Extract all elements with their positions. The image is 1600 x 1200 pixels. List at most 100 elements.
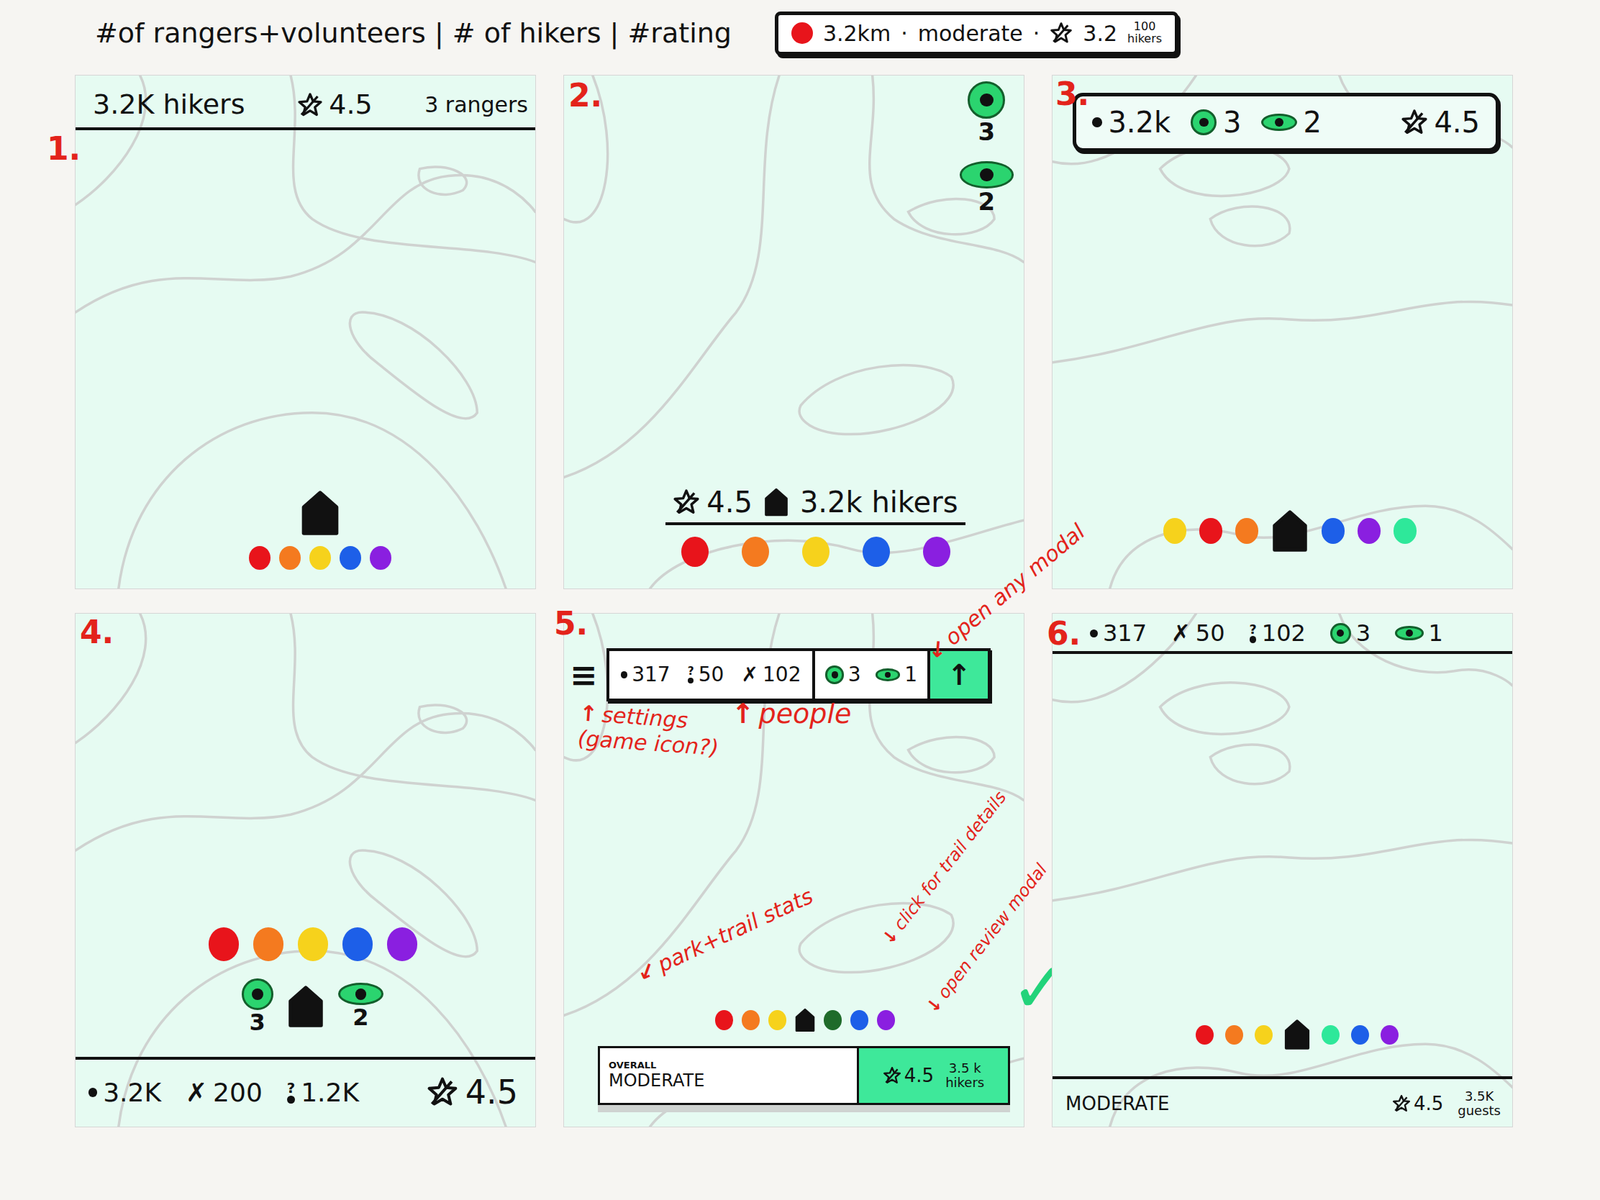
pin-row xyxy=(300,489,341,536)
summary-difficulty: MODERATE xyxy=(1065,1092,1170,1115)
question-icon: ? xyxy=(687,666,695,684)
map-pin[interactable] xyxy=(862,536,890,567)
staff-badge[interactable]: 2 xyxy=(959,161,1014,216)
staff-badges: 32 xyxy=(959,81,1014,229)
badge-dot-icon xyxy=(884,671,892,679)
map-pin[interactable] xyxy=(1271,509,1309,553)
map-pin[interactable] xyxy=(741,1010,760,1031)
map-pin[interactable] xyxy=(1195,1025,1214,1046)
legend-dot-icon xyxy=(791,22,813,44)
stats-pill[interactable]: 3.2k324.5 xyxy=(1072,92,1500,152)
map-pin[interactable] xyxy=(1321,1025,1340,1046)
map-pin[interactable] xyxy=(248,546,271,570)
park-trail-stats[interactable]: OVERALLMODERATE xyxy=(600,1048,857,1103)
badge-dot-icon xyxy=(979,93,994,108)
pin-dot-icon xyxy=(1163,517,1187,544)
map-pin[interactable] xyxy=(923,536,951,567)
stat-item: 4.5 xyxy=(672,484,752,520)
pin-dot-icon xyxy=(876,1010,895,1031)
map-pin[interactable] xyxy=(300,489,341,536)
map-pin[interactable] xyxy=(768,1010,787,1031)
map-pin[interactable] xyxy=(297,927,329,961)
hikers-dot-icon xyxy=(88,1087,98,1097)
map-pin[interactable] xyxy=(1351,1025,1370,1046)
badge-dot-icon xyxy=(1274,117,1284,127)
hikers-dot-icon xyxy=(1092,117,1103,128)
map-pin[interactable] xyxy=(850,1010,869,1031)
settings-menu-icon[interactable]: ≡ xyxy=(569,658,598,692)
stat-item: 3.2k xyxy=(1092,105,1171,140)
map-pin[interactable] xyxy=(1225,1025,1244,1046)
panel-body: 317✗50?10231MODERATE4.53.5Kguests xyxy=(1052,613,1513,1127)
map-pin[interactable] xyxy=(342,927,373,961)
stat-item: 3.2K hikers xyxy=(92,88,246,122)
pin-dot-icon xyxy=(1380,1025,1399,1046)
summary-hikers: 3.5 khikers xyxy=(945,1061,985,1090)
pin-dot-icon xyxy=(1351,1025,1370,1046)
map-pin[interactable] xyxy=(1393,517,1417,544)
map-pin[interactable] xyxy=(387,927,418,961)
summary-difficulty: MODERATE xyxy=(608,1070,849,1092)
review-button[interactable]: 4.5 3.5 khikers xyxy=(856,1048,1008,1103)
badge-dot-icon xyxy=(979,168,994,183)
map-pin[interactable]: 3 xyxy=(241,978,274,1036)
staff-stats[interactable]: 31 xyxy=(812,651,928,699)
legend-rating: 3.2 xyxy=(1082,20,1118,47)
badge-dot-icon xyxy=(1405,629,1413,637)
stat-value: 317 xyxy=(631,662,670,688)
map-pin[interactable] xyxy=(1199,517,1223,544)
map-pin[interactable] xyxy=(1163,517,1187,544)
volunteer-icon xyxy=(875,668,901,681)
bottom-stats-bar[interactable]: MODERATE4.53.5Kguests xyxy=(1052,1076,1513,1127)
map-pin[interactable] xyxy=(741,536,770,567)
summary-bar: OVERALLMODERATE 4.5 3.5 khikers xyxy=(597,1046,1011,1106)
pin-dot-icon xyxy=(715,1010,734,1031)
map-pin[interactable] xyxy=(1357,517,1381,544)
pin-dot-icon xyxy=(1321,517,1345,544)
question-mark: ? xyxy=(1249,623,1257,637)
map-pin[interactable] xyxy=(802,536,830,567)
spacer xyxy=(1052,653,1513,1019)
top-row: ≡317?50✗10231↑ xyxy=(569,648,1024,702)
map-pin[interactable] xyxy=(681,536,709,567)
map-pin[interactable] xyxy=(794,1007,816,1034)
panel-number: 1. xyxy=(46,133,81,165)
bottom-stats-bar: 4.53.2k hikers xyxy=(665,484,965,526)
map-pin[interactable] xyxy=(1380,1025,1399,1046)
map-pin[interactable] xyxy=(339,546,362,570)
spacer xyxy=(564,75,1024,485)
map-pin[interactable] xyxy=(1284,1018,1311,1051)
guests-count: 3.5K xyxy=(1464,1089,1494,1104)
x-icon: ✗ xyxy=(185,1076,208,1108)
map-pins xyxy=(104,489,536,570)
map-pin[interactable] xyxy=(369,546,392,570)
pin-row xyxy=(1163,509,1417,553)
pin-dot-icon xyxy=(1235,517,1259,544)
ranger-icon xyxy=(825,665,844,684)
map-pin[interactable] xyxy=(253,927,284,961)
map-pin[interactable] xyxy=(309,546,331,570)
staff-badge[interactable]: 3 xyxy=(967,81,1006,146)
map-pin[interactable] xyxy=(823,1010,842,1031)
map-pin[interactable] xyxy=(208,927,239,961)
map-pin[interactable] xyxy=(287,984,324,1029)
map-pin[interactable] xyxy=(715,1010,734,1031)
people-stats[interactable]: 317?50✗102 xyxy=(609,651,813,699)
stat-item: 317 xyxy=(620,662,671,688)
pin-dot-icon xyxy=(342,927,373,961)
map-pin[interactable]: 2 xyxy=(338,982,385,1031)
pin-dot-icon xyxy=(1254,1025,1273,1046)
summary-rating: 4.5 xyxy=(882,1064,934,1087)
map-pin[interactable] xyxy=(1254,1025,1273,1046)
map-pin[interactable] xyxy=(1235,517,1259,544)
pin-dot-icon xyxy=(1393,517,1417,544)
map-pin[interactable] xyxy=(876,1010,895,1031)
wireframe-panel: 3.2K hikers4.53 rangers1. xyxy=(74,74,536,590)
stat-value: 317 xyxy=(1102,619,1147,647)
panel-number: 2. xyxy=(568,79,603,112)
map-pin[interactable] xyxy=(279,546,301,570)
panel-number: 5. xyxy=(553,607,588,640)
map-pin[interactable] xyxy=(1321,517,1345,544)
pin-dot-icon xyxy=(208,927,239,961)
stat-item: ?50 xyxy=(687,662,725,688)
